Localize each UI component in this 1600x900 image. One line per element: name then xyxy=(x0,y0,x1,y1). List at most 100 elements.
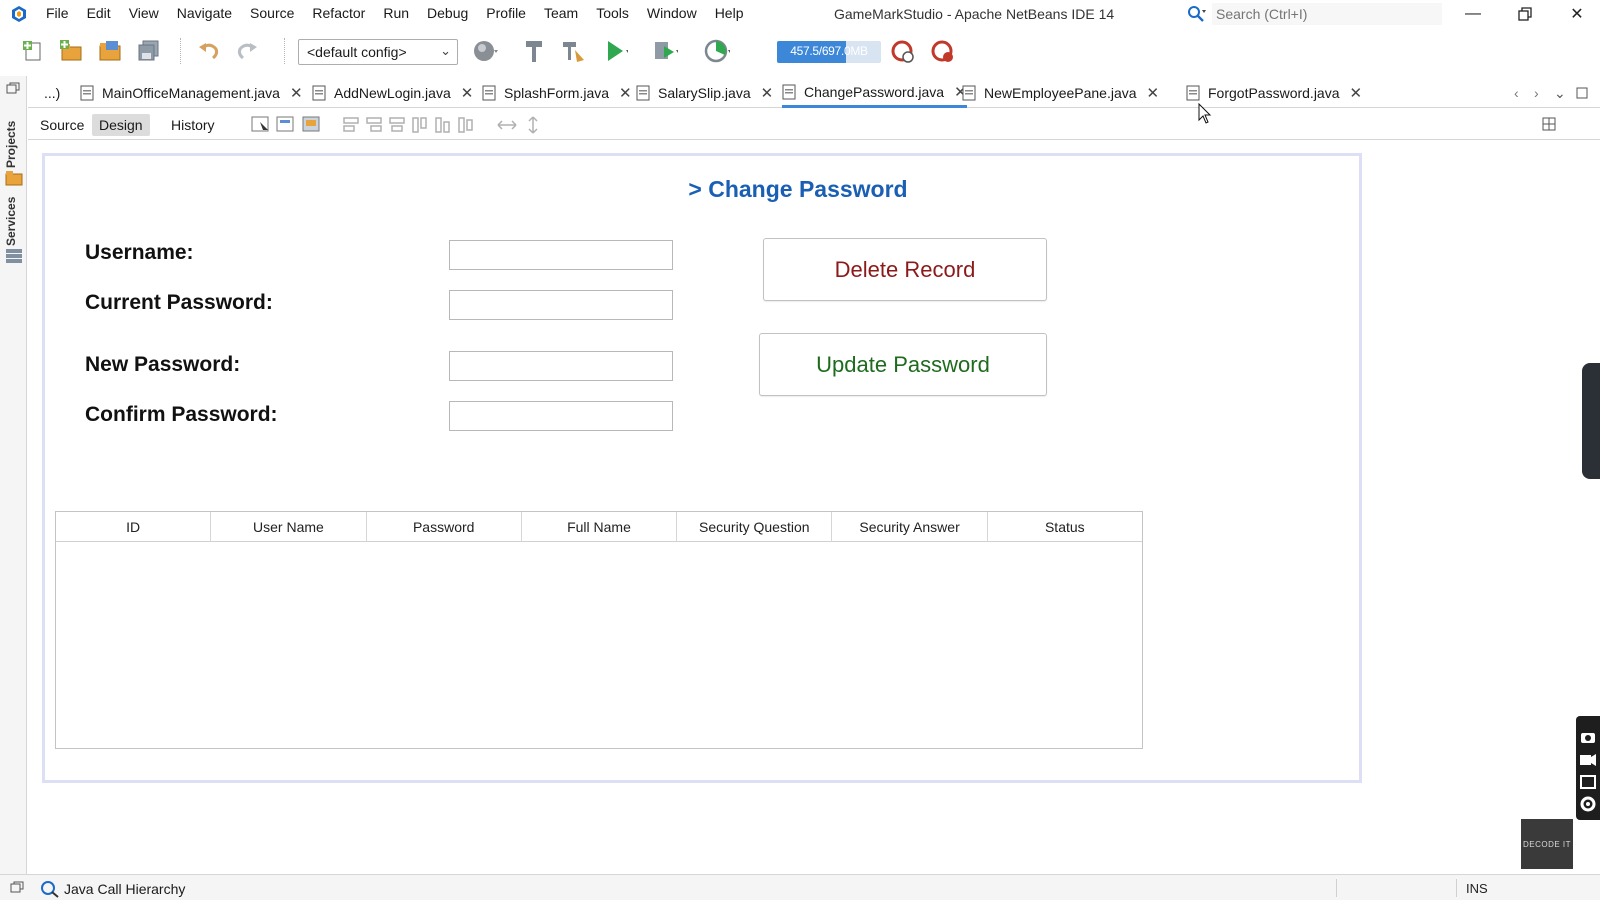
editor-tab-bar: ...) MainOfficeManagement.java ✕ AddNewL… xyxy=(28,78,1600,108)
column-header-security-question[interactable]: Security Question xyxy=(677,512,833,542)
side-panel-handle[interactable] xyxy=(1582,363,1600,479)
window-icon[interactable] xyxy=(1580,775,1596,789)
tab-label: ChangePassword.java xyxy=(804,83,945,100)
new-password-field[interactable] xyxy=(449,351,673,381)
chevron-left-icon[interactable]: ‹ xyxy=(1514,78,1519,108)
minimize-icon[interactable]: — xyxy=(1458,2,1488,26)
tab-overflow[interactable]: ...) xyxy=(44,78,60,108)
tab-label: SplashForm.java xyxy=(504,85,610,101)
change-password-form[interactable]: > Change Password Username: Current Pass… xyxy=(42,153,1362,783)
palette-toggle-icon[interactable] xyxy=(1542,117,1556,131)
build-hammer-icon[interactable] xyxy=(522,38,548,64)
gear-icon[interactable] xyxy=(1580,796,1596,812)
status-bar: Java Call Hierarchy INS xyxy=(0,874,1600,900)
tab-changepassword[interactable]: ChangePassword.java ✕ xyxy=(782,78,967,108)
save-all-icon[interactable] xyxy=(136,38,162,64)
confirm-password-label: Confirm Password: xyxy=(85,403,278,426)
debug-icon[interactable] xyxy=(652,38,678,64)
close-tab-icon[interactable]: ✕ xyxy=(1147,84,1160,102)
clean-build-icon[interactable] xyxy=(560,38,586,64)
config-select[interactable]: <default config> ⌄ xyxy=(298,39,458,65)
gc-icon[interactable] xyxy=(890,38,916,64)
design-toolbar: Source Design History xyxy=(28,110,1600,140)
search-icon[interactable] xyxy=(1186,4,1206,24)
tab-label: MainOfficeManagement.java xyxy=(102,85,280,101)
column-header-status[interactable]: Status xyxy=(988,512,1142,542)
close-tab-icon[interactable]: ✕ xyxy=(461,84,474,102)
username-field[interactable] xyxy=(449,240,673,270)
menu-tools[interactable]: Tools xyxy=(596,5,638,21)
maximize-editor-icon[interactable] xyxy=(1576,78,1588,108)
design-view-tab[interactable]: Design xyxy=(92,114,150,136)
history-view-tab[interactable]: History xyxy=(164,114,222,136)
tab-salaryslip[interactable]: SalarySlip.java ✕ xyxy=(636,78,773,108)
menu-run[interactable]: Run xyxy=(383,5,418,21)
config-select-value: <default config> xyxy=(307,44,407,60)
column-header-password[interactable]: Password xyxy=(367,512,522,542)
restore-window-group-icon[interactable] xyxy=(6,82,20,94)
source-view-tab[interactable]: Source xyxy=(33,114,91,136)
close-tab-icon[interactable]: ✕ xyxy=(1350,84,1363,102)
tab-list-chevron-down-icon[interactable]: ⌄ xyxy=(1554,78,1566,108)
tab-forgotpassword[interactable]: ForgotPassword.java ✕ xyxy=(1186,78,1362,108)
menu-edit[interactable]: Edit xyxy=(87,5,120,21)
restore-window-group-icon[interactable] xyxy=(10,881,24,893)
netbeans-logo-icon xyxy=(12,6,26,22)
menu-window[interactable]: Window xyxy=(647,5,706,21)
menu-help[interactable]: Help xyxy=(715,5,753,21)
current-password-field[interactable] xyxy=(449,290,673,320)
call-hierarchy-tab[interactable]: Java Call Hierarchy xyxy=(40,880,185,898)
alignment-icons[interactable] xyxy=(340,115,540,135)
services-tab[interactable]: Services xyxy=(4,197,18,246)
run-icon[interactable] xyxy=(602,38,628,64)
menu-team[interactable]: Team xyxy=(544,5,587,21)
menu-profile[interactable]: Profile xyxy=(486,5,535,21)
watermark-logo: DECODE IT xyxy=(1521,819,1573,869)
column-header-full-name[interactable]: Full Name xyxy=(522,512,678,542)
menu-refactor[interactable]: Refactor xyxy=(312,5,374,21)
camera-icon[interactable] xyxy=(1581,733,1595,743)
undo-icon[interactable] xyxy=(196,38,222,64)
column-header-id[interactable]: ID xyxy=(56,512,212,542)
profiler-snapshot-icon[interactable] xyxy=(930,38,956,64)
window-title: GameMarkStudio - Apache NetBeans IDE 14 xyxy=(834,6,1115,22)
delete-record-button[interactable]: Delete Record xyxy=(763,238,1047,301)
menu-debug[interactable]: Debug xyxy=(427,5,477,21)
confirm-password-field[interactable] xyxy=(449,401,673,431)
tab-newemployeepane[interactable]: NewEmployeePane.java ✕ xyxy=(962,78,1159,108)
new-project-icon[interactable] xyxy=(58,38,84,64)
menu-navigate[interactable]: Navigate xyxy=(177,5,241,21)
services-icon[interactable] xyxy=(5,248,23,264)
java-file-icon xyxy=(962,85,976,101)
close-tab-icon[interactable]: ✕ xyxy=(290,84,303,102)
users-table[interactable]: ID User Name Password Full Name Security… xyxy=(55,511,1143,749)
tab-addnewlogin[interactable]: AddNewLogin.java ✕ xyxy=(312,78,473,108)
update-password-button[interactable]: Update Password xyxy=(759,333,1047,396)
redo-icon[interactable] xyxy=(234,38,260,64)
menu-source[interactable]: Source xyxy=(250,5,303,21)
memory-usage-bar[interactable]: 457.5/697.0MB xyxy=(777,41,881,63)
search-input[interactable] xyxy=(1212,3,1442,25)
globe-icon[interactable] xyxy=(472,38,498,64)
tab-splashform[interactable]: SplashForm.java ✕ xyxy=(482,78,632,108)
status-divider xyxy=(1336,879,1337,897)
projects-tab[interactable]: Projects xyxy=(4,121,18,168)
tab-mainofficemanagement[interactable]: MainOfficeManagement.java ✕ xyxy=(80,78,303,108)
column-header-security-answer[interactable]: Security Answer xyxy=(832,512,988,542)
menu-file[interactable]: File xyxy=(46,5,78,21)
java-file-icon xyxy=(482,85,496,101)
close-tab-icon[interactable]: ✕ xyxy=(761,84,774,102)
insert-mode-indicator: INS xyxy=(1466,881,1488,896)
open-project-icon[interactable] xyxy=(97,38,123,64)
column-header-user-name[interactable]: User Name xyxy=(211,512,367,542)
new-file-icon[interactable] xyxy=(20,38,46,64)
tab-label: ForgotPassword.java xyxy=(1208,85,1340,101)
menu-view[interactable]: View xyxy=(129,5,168,21)
profile-icon[interactable] xyxy=(704,38,730,64)
video-icon[interactable] xyxy=(1580,754,1596,766)
selection-mode-icons[interactable] xyxy=(250,114,340,136)
restore-icon[interactable] xyxy=(1510,2,1540,26)
close-tab-icon[interactable]: ✕ xyxy=(619,84,632,102)
close-window-icon[interactable]: ✕ xyxy=(1562,2,1592,26)
chevron-right-icon[interactable]: › xyxy=(1534,78,1539,108)
